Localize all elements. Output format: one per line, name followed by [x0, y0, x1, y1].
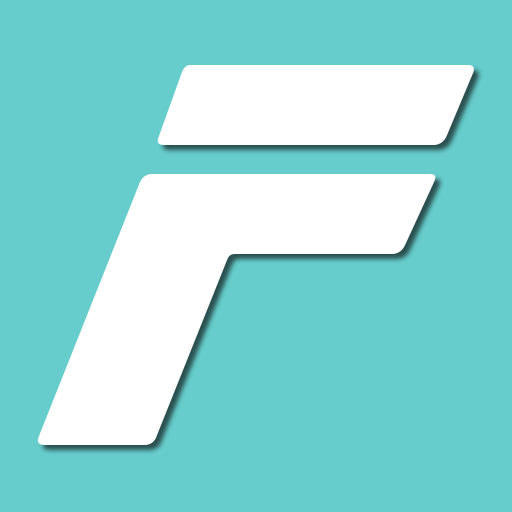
logo-top-bar [157, 65, 474, 145]
letter-f-logo-icon [0, 0, 512, 512]
app-icon [0, 0, 512, 512]
